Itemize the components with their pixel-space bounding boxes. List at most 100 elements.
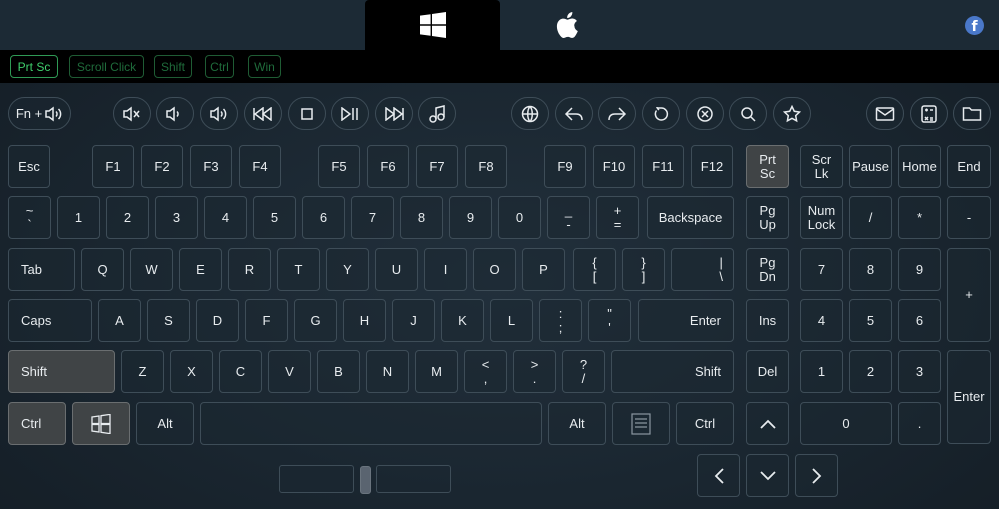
key-right-alt[interactable]: Alt <box>548 402 606 445</box>
folder-key[interactable] <box>953 97 991 130</box>
key-6[interactable]: 6 <box>302 196 345 239</box>
key-d[interactable]: D <box>196 299 239 342</box>
next-track-key[interactable] <box>375 97 413 130</box>
key-8[interactable]: 8 <box>400 196 443 239</box>
key-prtsc[interactable]: Prt Sc <box>746 145 789 188</box>
key-num-enter[interactable]: Enter <box>947 350 991 444</box>
key-u[interactable]: U <box>375 248 418 291</box>
forward-key[interactable] <box>598 97 636 130</box>
key-question[interactable]: ? / <box>562 350 605 393</box>
key-f9[interactable]: F9 <box>544 145 586 188</box>
key-right-ctrl[interactable]: Ctrl <box>676 402 734 445</box>
key-1[interactable]: 1 <box>57 196 100 239</box>
trackpad-left-button[interactable] <box>279 465 354 493</box>
key-del[interactable]: Del <box>746 350 789 393</box>
key-backspace[interactable]: Backspace <box>647 196 734 239</box>
fn-volume-key[interactable]: Fn + <box>8 97 71 130</box>
key-f[interactable]: F <box>245 299 288 342</box>
mail-key[interactable] <box>866 97 904 130</box>
key-num-1[interactable]: 1 <box>800 350 843 393</box>
mac-tab[interactable] <box>502 0 632 50</box>
key-f10[interactable]: F10 <box>593 145 635 188</box>
key-t[interactable]: T <box>277 248 320 291</box>
previous-track-key[interactable] <box>244 97 282 130</box>
key-f12[interactable]: F12 <box>691 145 733 188</box>
key-down[interactable] <box>746 454 789 497</box>
key-r[interactable]: R <box>228 248 271 291</box>
key-f6[interactable]: F6 <box>367 145 409 188</box>
key-j[interactable]: J <box>392 299 435 342</box>
key-c[interactable]: C <box>219 350 262 393</box>
key-num-slash[interactable]: / <box>849 196 892 239</box>
key-num-2[interactable]: 2 <box>849 350 892 393</box>
music-key[interactable] <box>418 97 456 130</box>
key-left[interactable] <box>697 454 740 497</box>
facebook-icon[interactable]: f <box>965 16 984 35</box>
key-right-bracket[interactable]: }] <box>622 248 665 291</box>
key-f2[interactable]: F2 <box>141 145 183 188</box>
trackpad-right-button[interactable] <box>376 465 451 493</box>
key-semicolon[interactable]: :; <box>539 299 582 342</box>
key-num-8[interactable]: 8 <box>849 248 892 291</box>
key-4[interactable]: 4 <box>204 196 247 239</box>
trackpad-scroll-handle[interactable] <box>360 466 371 494</box>
key-num-plus[interactable]: + <box>947 248 991 342</box>
key-f4[interactable]: F4 <box>239 145 281 188</box>
volume-up-key[interactable] <box>200 97 238 130</box>
key-backslash[interactable]: | \ <box>671 248 734 291</box>
key-right[interactable] <box>795 454 838 497</box>
key-e[interactable]: E <box>179 248 222 291</box>
key-num-minus[interactable]: - <box>947 196 991 239</box>
key-comma[interactable]: <, <box>464 350 507 393</box>
key-9[interactable]: 9 <box>449 196 492 239</box>
key-end[interactable]: End <box>947 145 991 188</box>
key-l[interactable]: L <box>490 299 533 342</box>
key-minus[interactable]: _ - <box>547 196 590 239</box>
key-h[interactable]: H <box>343 299 386 342</box>
key-menu[interactable] <box>612 402 670 445</box>
key-left-alt[interactable]: Alt <box>136 402 194 445</box>
mute-key[interactable] <box>113 97 151 130</box>
key-z[interactable]: Z <box>121 350 164 393</box>
stop-key[interactable] <box>288 97 326 130</box>
calculator-key[interactable] <box>910 97 948 130</box>
key-up[interactable] <box>746 402 789 445</box>
key-o[interactable]: O <box>473 248 516 291</box>
key-b[interactable]: B <box>317 350 360 393</box>
key-esc[interactable]: Esc <box>8 145 50 188</box>
search-key[interactable] <box>729 97 767 130</box>
key-left-ctrl[interactable]: Ctrl <box>8 402 66 445</box>
key-f7[interactable]: F7 <box>416 145 458 188</box>
key-scrlk[interactable]: Scr Lk <box>800 145 843 188</box>
favorites-key[interactable] <box>773 97 811 130</box>
key-i[interactable]: I <box>424 248 467 291</box>
stop-browser-key[interactable] <box>686 97 724 130</box>
key-7[interactable]: 7 <box>351 196 394 239</box>
key-equal[interactable]: + = <box>596 196 639 239</box>
key-q[interactable]: Q <box>81 248 124 291</box>
key-v[interactable]: V <box>268 350 311 393</box>
key-s[interactable]: S <box>147 299 190 342</box>
key-pgup[interactable]: Pg Up <box>746 196 789 239</box>
key-quote[interactable]: " ' <box>588 299 631 342</box>
key-windows[interactable] <box>72 402 130 445</box>
key-num-9[interactable]: 9 <box>898 248 941 291</box>
key-m[interactable]: M <box>415 350 458 393</box>
key-home[interactable]: Home <box>898 145 941 188</box>
key-num-6[interactable]: 6 <box>898 299 941 342</box>
key-left-shift[interactable]: Shift <box>8 350 115 393</box>
key-num-star[interactable]: * <box>898 196 941 239</box>
key-3[interactable]: 3 <box>155 196 198 239</box>
volume-down-key[interactable] <box>156 97 194 130</box>
key-num-4[interactable]: 4 <box>800 299 843 342</box>
key-ins[interactable]: Ins <box>746 299 789 342</box>
key-num-dot[interactable]: . <box>898 402 941 445</box>
key-numlock[interactable]: Num Lock <box>800 196 843 239</box>
key-num-5[interactable]: 5 <box>849 299 892 342</box>
key-caps[interactable]: Caps <box>8 299 92 342</box>
key-2[interactable]: 2 <box>106 196 149 239</box>
key-period[interactable]: >. <box>513 350 556 393</box>
key-g[interactable]: G <box>294 299 337 342</box>
key-n[interactable]: N <box>366 350 409 393</box>
play-pause-key[interactable] <box>331 97 369 130</box>
